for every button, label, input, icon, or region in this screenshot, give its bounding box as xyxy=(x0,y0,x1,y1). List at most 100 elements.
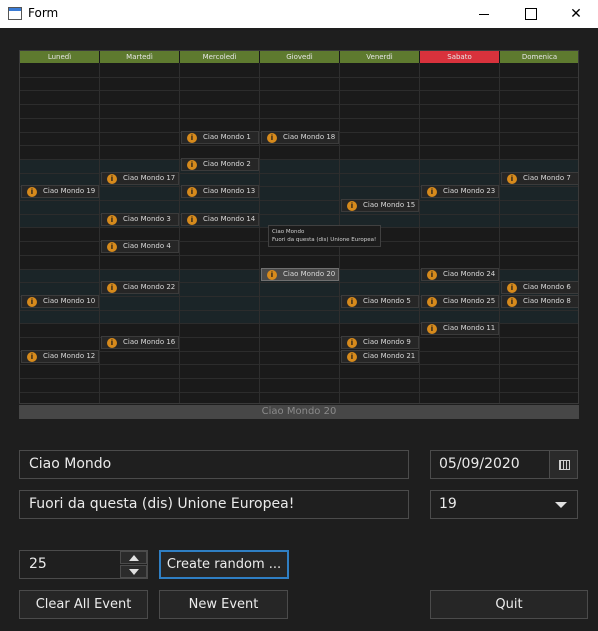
grid-row-line xyxy=(20,392,578,393)
grid-column-line xyxy=(259,63,260,403)
grid-column-line xyxy=(99,63,100,403)
create-random-button[interactable]: Create random ... xyxy=(159,550,289,579)
info-icon: i xyxy=(427,297,437,307)
info-icon: i xyxy=(187,215,197,225)
minimize-button[interactable] xyxy=(462,0,506,28)
calendar-event[interactable]: i Ciao Mondo 25 xyxy=(421,295,499,308)
event-label: Ciao Mondo 9 xyxy=(363,338,411,346)
event-title-input[interactable]: Ciao Mondo xyxy=(19,450,409,479)
calendar-event[interactable]: i Ciao Mondo 5 xyxy=(341,295,419,308)
info-icon: i xyxy=(427,187,437,197)
info-icon: i xyxy=(427,324,437,334)
day-header: Lunedì xyxy=(20,51,100,63)
tooltip-title: Ciao Mondo xyxy=(272,229,305,235)
calendar-event[interactable]: i Ciao Mondo 19 xyxy=(21,185,99,198)
clear-all-events-button[interactable]: Clear All Event xyxy=(19,590,148,619)
info-icon: i xyxy=(187,160,197,170)
quit-button[interactable]: Quit xyxy=(430,590,588,619)
calendar-event[interactable]: i Ciao Mondo 21 xyxy=(341,350,419,363)
grid-row-line xyxy=(20,145,578,146)
info-icon: i xyxy=(107,338,117,348)
event-label: Ciao Mondo 6 xyxy=(523,283,571,291)
calendar-event[interactable]: i Ciao Mondo 3 xyxy=(101,213,179,226)
info-icon: i xyxy=(267,270,277,280)
calendar-event[interactable]: i Ciao Mondo 24 xyxy=(421,268,499,281)
calendar-event[interactable]: i Ciao Mondo 18 xyxy=(261,131,339,144)
calendar-event[interactable]: i Ciao Mondo 10 xyxy=(21,295,99,308)
event-label: Ciao Mondo 22 xyxy=(123,283,176,291)
info-icon: i xyxy=(507,174,517,184)
event-label: Ciao Mondo 5 xyxy=(363,297,411,305)
selected-event-bar: Ciao Mondo 20 xyxy=(19,405,579,419)
info-icon: i xyxy=(27,297,37,307)
event-label: Ciao Mondo 13 xyxy=(203,187,256,195)
info-icon: i xyxy=(427,270,437,280)
calendar-event[interactable]: i Ciao Mondo 11 xyxy=(421,322,499,335)
event-label: Ciao Mondo 8 xyxy=(523,297,571,305)
spin-up-button[interactable] xyxy=(120,551,147,564)
calendar-event[interactable]: i Ciao Mondo 4 xyxy=(101,240,179,253)
calendar-event[interactable]: i Ciao Mondo 15 xyxy=(341,199,419,212)
event-tooltip: Ciao Mondo Fuori da questa (dis) Unione … xyxy=(268,225,381,247)
info-icon: i xyxy=(507,297,517,307)
window-title: Form xyxy=(28,6,59,20)
calendar-event[interactable]: i Ciao Mondo 7 xyxy=(501,172,578,185)
hour-select[interactable]: 19 xyxy=(430,490,578,519)
calendar-event[interactable]: i Ciao Mondo 22 xyxy=(101,281,179,294)
info-icon: i xyxy=(267,133,277,143)
chevron-down-icon xyxy=(555,502,567,508)
tooltip-text: Fuori da questa (dis) Unione Europea! xyxy=(272,237,377,243)
event-description-input[interactable]: Fuori da questa (dis) Unione Europea! xyxy=(19,490,409,519)
grid-row-line xyxy=(20,90,578,91)
calendar-event[interactable]: i Ciao Mondo 6 xyxy=(501,281,578,294)
event-label: Ciao Mondo 17 xyxy=(123,174,176,182)
info-icon: i xyxy=(187,133,197,143)
grid-row-line xyxy=(20,364,578,365)
event-label: Ciao Mondo 25 xyxy=(443,297,496,305)
calendar-event[interactable]: i Ciao Mondo 14 xyxy=(181,213,259,226)
calendar-picker-button[interactable] xyxy=(549,450,578,479)
grid-column-line xyxy=(419,63,420,403)
info-icon: i xyxy=(347,201,357,211)
event-label: Ciao Mondo 24 xyxy=(443,270,496,278)
grid-column-line xyxy=(179,63,180,403)
event-label: Ciao Mondo 20 xyxy=(283,270,336,278)
info-icon: i xyxy=(347,352,357,362)
event-label: Ciao Mondo 18 xyxy=(283,133,336,141)
info-icon: i xyxy=(347,338,357,348)
calendar-event[interactable]: i Ciao Mondo 12 xyxy=(21,350,99,363)
event-label: Ciao Mondo 1 xyxy=(203,133,251,141)
day-header: Mercoledì xyxy=(180,51,260,63)
maximize-button[interactable] xyxy=(508,0,552,28)
event-label: Ciao Mondo 19 xyxy=(43,187,96,195)
spin-down-button[interactable] xyxy=(120,565,147,578)
calendar-event[interactable]: i Ciao Mondo 13 xyxy=(181,185,259,198)
event-label: Ciao Mondo 16 xyxy=(123,338,176,346)
grid-row-line xyxy=(20,77,578,78)
calendar-event[interactable]: i Ciao Mondo 2 xyxy=(181,158,259,171)
grid-row-line xyxy=(20,351,578,352)
event-label: Ciao Mondo 14 xyxy=(203,215,256,223)
calendar-event[interactable]: i Ciao Mondo 9 xyxy=(341,336,419,349)
calendar-event[interactable]: i Ciao Mondo 16 xyxy=(101,336,179,349)
calendar-event[interactable]: i Ciao Mondo 20 xyxy=(261,268,339,281)
grid-row-line xyxy=(20,200,578,201)
calendar-event[interactable]: i Ciao Mondo 1 xyxy=(181,131,259,144)
close-button[interactable]: ✕ xyxy=(554,0,598,28)
event-label: Ciao Mondo 11 xyxy=(443,324,496,332)
new-event-button[interactable]: New Event xyxy=(159,590,288,619)
grid-row-line xyxy=(20,310,578,311)
calendar-event[interactable]: i Ciao Mondo 23 xyxy=(421,185,499,198)
title-bar: Form ✕ xyxy=(0,0,598,28)
info-icon: i xyxy=(187,187,197,197)
day-header: Venerdì xyxy=(340,51,420,63)
event-label: Ciao Mondo 2 xyxy=(203,160,251,168)
calendar-event[interactable]: i Ciao Mondo 17 xyxy=(101,172,179,185)
app-icon xyxy=(8,7,22,20)
calendar-icon xyxy=(559,460,570,470)
day-header: Martedì xyxy=(100,51,180,63)
calendar-event[interactable]: i Ciao Mondo 8 xyxy=(501,295,578,308)
info-icon: i xyxy=(107,242,117,252)
event-label: Ciao Mondo 23 xyxy=(443,187,496,195)
day-header: Domenica xyxy=(500,51,578,63)
